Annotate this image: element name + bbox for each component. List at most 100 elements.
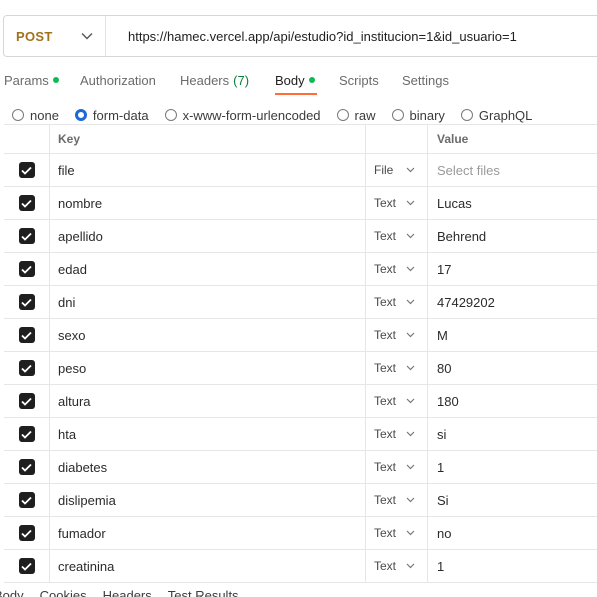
chevron-down-icon — [406, 431, 415, 437]
checkbox-checked[interactable] — [18, 558, 35, 574]
checkbox-checked[interactable] — [18, 393, 35, 409]
value-cell[interactable]: 1 — [428, 559, 444, 574]
type-select[interactable]: Text — [366, 385, 428, 417]
radio-icon — [164, 109, 177, 121]
type-select[interactable]: Text — [366, 220, 428, 252]
radio-none[interactable]: none — [12, 108, 59, 123]
response-tab-cookies[interactable]: Cookies — [40, 588, 87, 597]
row-check-cell — [4, 517, 50, 549]
chevron-down-icon — [406, 497, 415, 503]
checkbox-checked[interactable] — [18, 228, 35, 244]
radio-urlencoded[interactable]: x-www-form-urlencoded — [164, 107, 321, 123]
value-cell[interactable]: M — [428, 328, 448, 343]
checkbox-checked[interactable] — [18, 360, 35, 376]
table-row: edad Text 17 — [4, 253, 597, 286]
value-cell[interactable]: 1 — [428, 460, 444, 475]
type-select[interactable]: Text — [366, 286, 428, 318]
checkbox-checked[interactable] — [18, 294, 35, 310]
check-icon — [21, 397, 32, 406]
row-check-cell — [4, 319, 50, 351]
tab-authorization[interactable]: Authorization — [80, 73, 180, 88]
checkbox-checked[interactable] — [18, 162, 35, 178]
chevron-down-icon — [406, 200, 415, 206]
checkbox-checked[interactable] — [18, 195, 35, 211]
method-select[interactable]: POST — [4, 16, 106, 56]
checkbox-checked[interactable] — [18, 459, 35, 475]
type-select[interactable]: Text — [366, 517, 428, 549]
type-select[interactable]: Text — [366, 187, 428, 219]
type-select[interactable]: Text — [366, 352, 428, 384]
key-cell[interactable]: apellido — [50, 220, 366, 252]
tab-settings[interactable]: Settings — [402, 73, 449, 88]
row-check-cell — [4, 154, 50, 186]
value-cell[interactable]: Si — [428, 493, 449, 508]
type-label: Text — [374, 361, 397, 375]
table-row: creatinina Text 1 — [4, 550, 597, 583]
chevron-down-icon — [406, 266, 415, 272]
key-cell[interactable]: peso — [50, 352, 366, 384]
radio-icon — [336, 109, 349, 121]
chevron-down-icon — [406, 464, 415, 470]
key-cell[interactable]: nombre — [50, 187, 366, 219]
radio-label: binary — [409, 107, 445, 123]
type-select[interactable]: Text — [366, 418, 428, 450]
chevron-down-icon — [406, 398, 415, 404]
url-input[interactable]: https://hamec.vercel.app/api/estudio?id_… — [106, 29, 517, 44]
type-label: Text — [374, 394, 397, 408]
value-cell[interactable]: 47429202 — [428, 295, 495, 310]
tab-body[interactable]: Body — [275, 73, 339, 88]
key-cell[interactable]: creatinina — [50, 550, 366, 582]
value-cell[interactable]: 180 — [428, 394, 459, 409]
key-cell[interactable]: dni — [50, 286, 366, 318]
value-cell[interactable]: Select files — [428, 163, 500, 178]
value-cell[interactable]: 17 — [428, 262, 451, 277]
key-cell[interactable]: edad — [50, 253, 366, 285]
type-select[interactable]: File — [366, 154, 428, 186]
type-select[interactable]: Text — [366, 319, 428, 351]
type-select[interactable]: Text — [366, 484, 428, 516]
key-cell[interactable]: fumador — [50, 517, 366, 549]
tab-label: Body — [275, 72, 305, 88]
radio-label: x-www-form-urlencoded — [182, 107, 321, 123]
type-select[interactable]: Text — [366, 451, 428, 483]
radio-form-data[interactable]: form-data — [74, 108, 149, 123]
table-row: nombre Text Lucas — [4, 187, 597, 220]
value-cell[interactable]: si — [428, 427, 446, 442]
chevron-down-icon — [406, 167, 415, 173]
radio-raw[interactable]: raw — [336, 108, 376, 123]
chevron-down-icon — [406, 332, 415, 338]
tab-params[interactable]: Params — [4, 73, 80, 88]
value-cell[interactable]: Behrend — [428, 229, 486, 244]
checkbox-checked[interactable] — [18, 426, 35, 442]
tab-headers[interactable]: Headers (7) — [180, 73, 275, 88]
method-label: POST — [16, 28, 53, 44]
tab-scripts[interactable]: Scripts — [339, 73, 402, 88]
request-tabs: Params Authorization Headers (7) Body Scr… — [0, 68, 449, 92]
checkbox-checked[interactable] — [18, 327, 35, 343]
type-label: Text — [374, 295, 397, 309]
type-label: File — [374, 163, 394, 177]
value-cell[interactable]: Lucas — [428, 196, 472, 211]
checkbox-checked[interactable] — [18, 261, 35, 277]
checkbox-checked[interactable] — [18, 525, 35, 541]
radio-binary[interactable]: binary — [391, 107, 445, 123]
response-tab-body[interactable]: Body — [0, 588, 24, 597]
value-cell[interactable]: no — [428, 526, 451, 541]
type-select[interactable]: Text — [366, 550, 428, 582]
key-cell[interactable]: altura — [50, 385, 366, 417]
type-label: Text — [374, 262, 397, 276]
key-cell[interactable]: hta — [50, 418, 366, 450]
key-cell[interactable]: dislipemia — [50, 484, 366, 516]
radio-graphql[interactable]: GraphQL — [460, 108, 532, 123]
key-cell[interactable]: diabetes — [50, 451, 366, 483]
response-tab-test-results[interactable]: Test Results — [168, 588, 239, 597]
key-cell[interactable]: file — [50, 154, 366, 186]
response-tabs: Body Cookies Headers Test Results — [0, 588, 255, 597]
key-cell[interactable]: sexo — [50, 319, 366, 351]
value-cell[interactable]: 80 — [428, 361, 451, 376]
row-check-cell — [4, 253, 50, 285]
response-tab-headers[interactable]: Headers — [103, 588, 152, 597]
type-select[interactable]: Text — [366, 253, 428, 285]
checkbox-checked[interactable] — [18, 492, 35, 508]
check-icon — [21, 199, 32, 208]
